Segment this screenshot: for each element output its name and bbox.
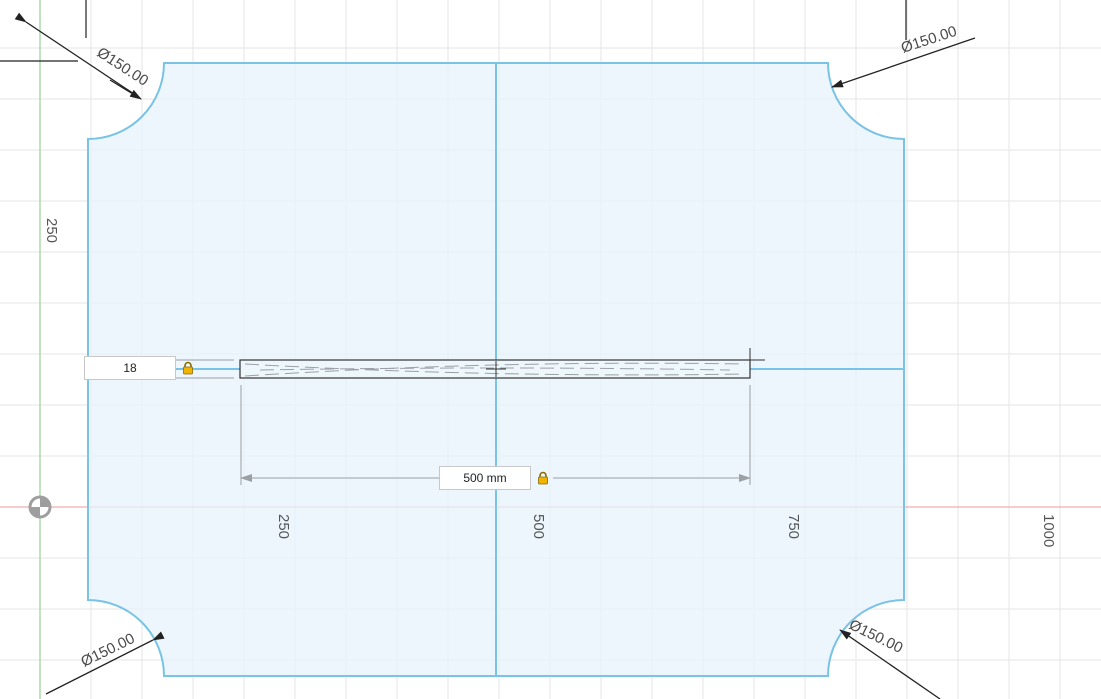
length-dimension-input[interactable]: 500 mm <box>439 466 531 490</box>
x-axis-tick-label: 1000 <box>1040 514 1057 547</box>
x-axis-tick-label: 750 <box>785 514 802 539</box>
y-axis-tick-label: 250 <box>43 218 60 243</box>
dim-label-top-right[interactable]: Ø150.00 <box>899 23 959 57</box>
dim-label-top-left[interactable]: Ø150.00 <box>94 44 152 90</box>
lock-icon <box>538 471 548 485</box>
x-axis-tick-label: 250 <box>275 514 292 539</box>
x-axis-tick-label: 500 <box>530 514 547 539</box>
dim-label-bottom-right[interactable]: Ø150.00 <box>846 616 905 657</box>
thickness-dimension-input[interactable]: 18 <box>84 356 176 380</box>
dim-label-bottom-left[interactable]: Ø150.00 <box>78 630 137 671</box>
lock-icon <box>183 361 193 375</box>
sketch-viewport[interactable]: Ø150.00 Ø150.00 Ø150.00 Ø150.00 250 250 … <box>0 0 1101 699</box>
origin-icon[interactable] <box>28 495 52 519</box>
sketch-canvas[interactable]: Ø150.00 Ø150.00 Ø150.00 Ø150.00 250 250 … <box>0 0 1101 699</box>
